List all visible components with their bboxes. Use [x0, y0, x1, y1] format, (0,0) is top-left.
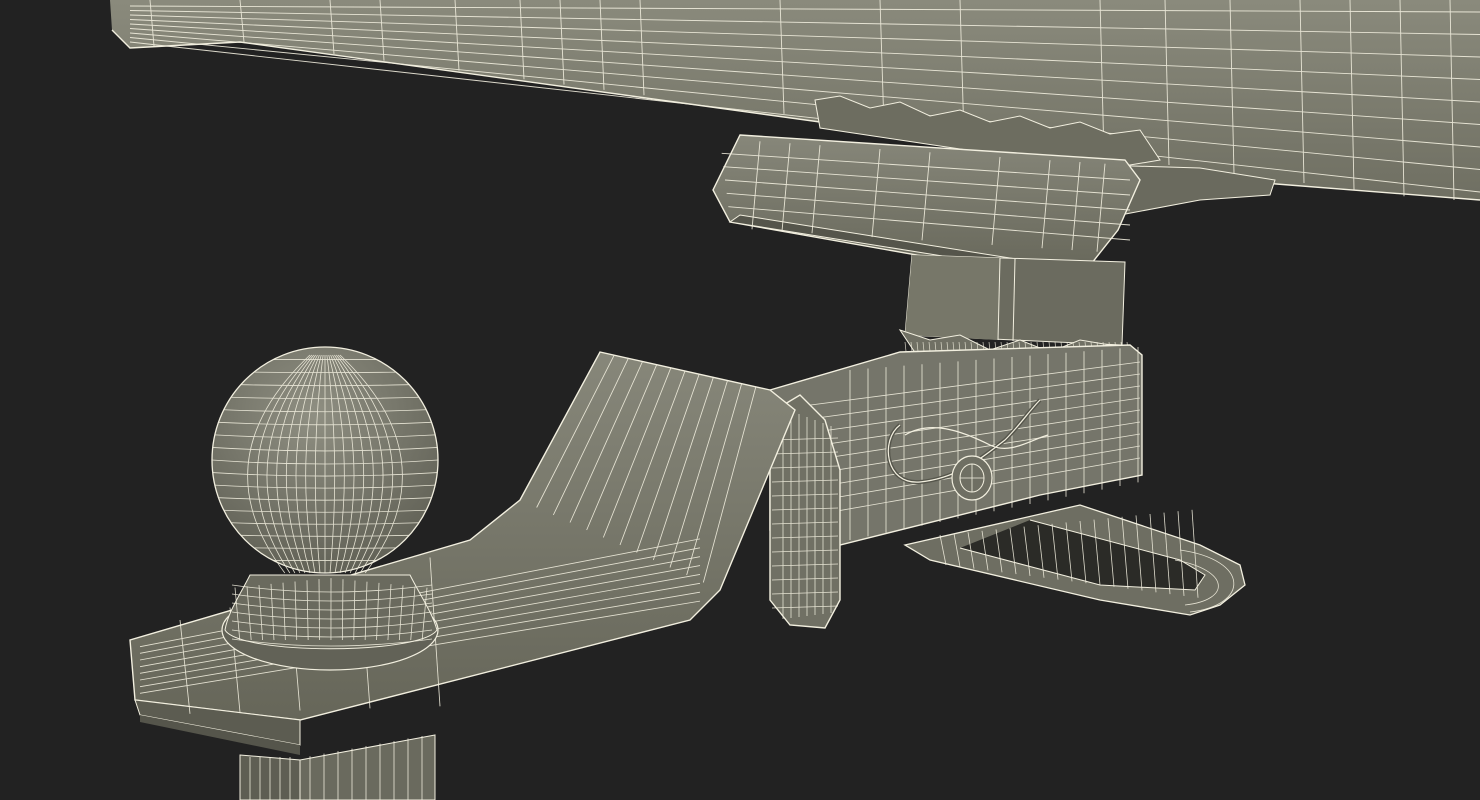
tow-ball [211, 346, 439, 671]
render-viewport [0, 0, 1480, 800]
wireframe-render [0, 0, 1480, 800]
